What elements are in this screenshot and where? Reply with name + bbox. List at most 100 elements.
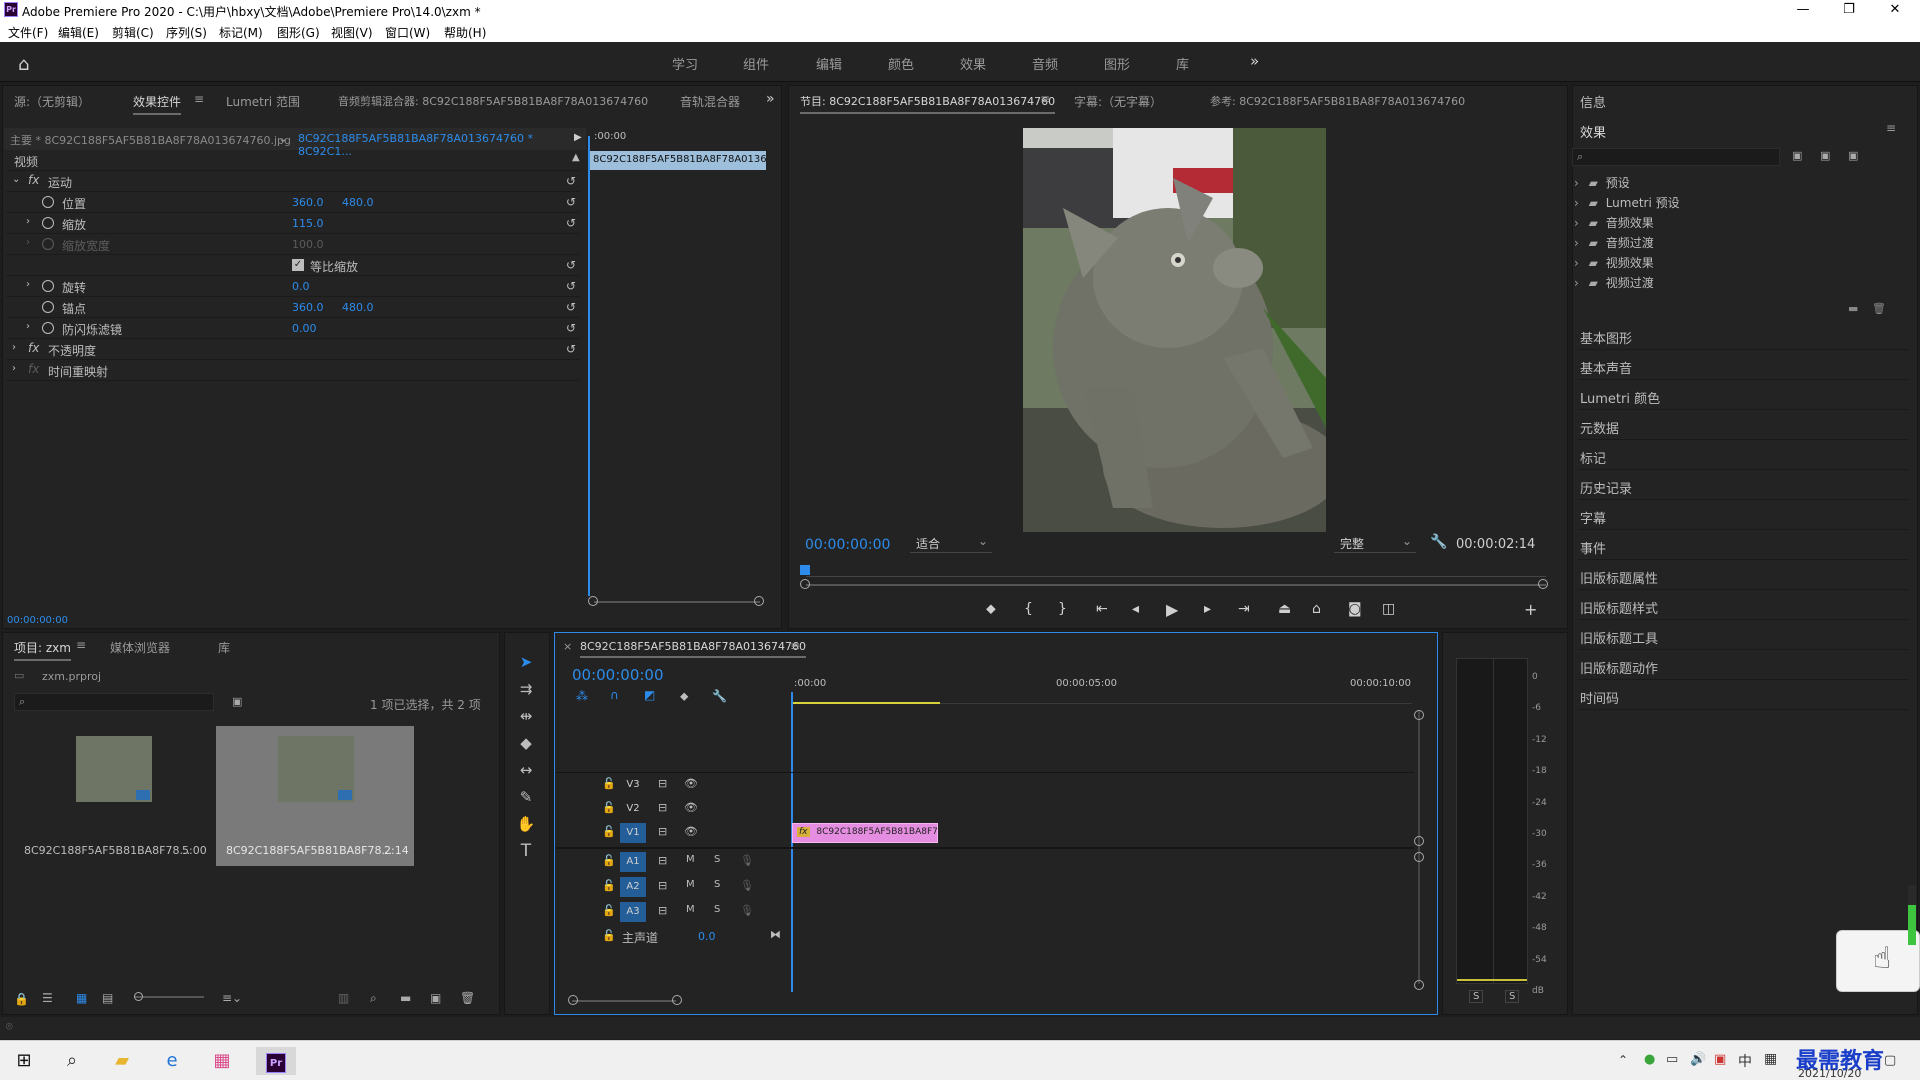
work-area-bar[interactable] [792,702,940,704]
rotation-value[interactable]: 0.0 [292,280,310,293]
program-zoom-handle-right[interactable] [1538,579,1548,589]
program-video-frame[interactable] [1023,128,1326,532]
position-x-value[interactable]: 360.0 [292,196,324,209]
sync-lock-icon[interactable]: ⊟ [658,801,667,814]
ec-playhead[interactable] [588,136,590,596]
tab-effect-controls[interactable]: 效果控件 [133,93,182,115]
list-view-icon[interactable]: ☰ [42,991,53,1005]
show-hidden-icons[interactable]: ⌃ [1618,1053,1628,1067]
h-scroll-handle-left[interactable] [568,995,578,1005]
step-forward-icon[interactable]: ▸ [1204,601,1211,617]
tab-menu-icon[interactable]: ≡ [76,638,86,652]
workspace-graphics[interactable]: 图形 [1104,54,1130,73]
ec-clip-bar[interactable]: 8C92C188F5AF5B81BA8F78A01367 [590,151,766,170]
workspace-effects[interactable]: 效果 [960,54,986,73]
volume-icon[interactable]: 🔊 [1690,1052,1706,1067]
go-to-end-icon[interactable]: ⧓ [770,928,781,941]
new-bin-icon[interactable]: ▬ [400,991,411,1005]
lift-icon[interactable]: ⏏ [1278,601,1291,617]
expand-opacity-icon[interactable]: › [12,342,16,353]
edge-icon[interactable]: e [156,1047,188,1075]
sync-lock-icon[interactable]: ⊟ [658,825,667,838]
panel-events[interactable]: 事件 [1578,530,1908,560]
reset-scale-icon[interactable]: ↺ [566,216,580,230]
panel-legacy-title-properties[interactable]: 旧版标题属性 [1578,560,1908,590]
lock-icon[interactable]: 🔓 [602,777,616,790]
play-clip-icon[interactable]: ▶ [574,132,582,143]
solo-button[interactable]: S [714,904,720,915]
panel-metadata[interactable]: 元数据 [1578,410,1908,440]
ec-zoom-handle-right[interactable] [754,596,764,606]
mute-button[interactable]: M [686,854,695,865]
stopwatch-icon[interactable] [42,322,54,334]
tab-program[interactable]: 节目: 8C92C188F5AF5B81BA8F78A013674760 [800,93,1056,114]
tab-audio-track-mixer[interactable]: 音轨混合器 [680,93,740,110]
search-icon[interactable]: ⌕ [56,1047,88,1075]
panel-legacy-title-styles[interactable]: 旧版标题样式 [1578,590,1908,620]
clear-icon[interactable]: 🗑 [460,991,475,1005]
solo-left-button[interactable]: S [1469,990,1484,1003]
reset-flicker-icon[interactable]: ↺ [566,321,580,335]
reset-position-icon[interactable]: ↺ [566,195,580,209]
ripple-edit-tool-icon[interactable]: ⇹ [514,704,538,728]
program-zoom-handle-left[interactable] [800,579,810,589]
program-playhead[interactable] [800,565,810,575]
more-workspaces-icon[interactable]: » [1250,52,1259,70]
expand-flicker-icon[interactable]: › [26,321,30,332]
sort-icon[interactable]: ≡⌄ [222,991,242,1005]
panel-legacy-title-actions[interactable]: 旧版标题动作 [1578,650,1908,680]
add-marker-icon[interactable]: ⬥ [680,689,688,704]
v-scroll-handle-top[interactable] [1414,710,1424,720]
folder-lumetri-presets[interactable]: › ▰ Lumetri 预设 [1574,194,1680,211]
tab-sequence[interactable]: 8C92C188F5AF5B81BA8F78A013674760 [580,640,806,658]
ec-timecode[interactable]: 00:00:00:00 [7,615,68,626]
tab-library[interactable]: 库 [218,639,230,656]
notifications-icon[interactable]: ▢ [1884,1053,1896,1068]
fit-dropdown[interactable]: 适合 ⌄ [910,533,992,553]
expand-scale-icon[interactable]: › [26,216,30,227]
track-target-a2[interactable]: A2 [620,877,646,897]
lock-icon[interactable]: 🔓 [602,825,616,838]
timeline-timecode[interactable]: 00:00:00:00 [572,666,664,684]
h-scroll-handle-right[interactable] [672,995,682,1005]
freeform-view-icon[interactable]: ▤ [102,991,113,1005]
wrench-icon[interactable]: 🔧 [1430,534,1447,550]
scroll-up-icon[interactable]: ▲ [572,152,580,163]
icon-view-icon[interactable]: ▦ [76,991,87,1005]
expand-rotation-icon[interactable]: › [26,279,30,290]
lock-icon[interactable]: 🔓 [602,929,616,942]
workspace-learn[interactable]: 学习 [672,54,698,73]
tab-reference[interactable]: 参考: 8C92C188F5AF5B81BA8F78A013674760 [1210,93,1465,109]
tab-media-browser[interactable]: 媒体浏览器 [110,639,170,656]
project-search-input[interactable]: ⌕ [14,693,214,711]
tab-captions[interactable]: 字幕:（无字幕） [1074,93,1162,110]
sync-lock-icon[interactable]: ⊟ [658,879,667,892]
lock-icon[interactable]: 🔓 [602,854,616,867]
folder-audio-effects[interactable]: › ▰ 音频效果 [1574,214,1654,231]
sync-lock-icon[interactable]: ⊟ [658,904,667,917]
reset-opacity-icon[interactable]: ↺ [566,342,580,356]
timeline-clip[interactable]: fx 8C92C188F5AF5B81BA8F78 [792,823,938,843]
collapse-motion-icon[interactable]: ⌄ [12,174,20,185]
automate-icon[interactable]: ▥ [338,991,349,1005]
tab-menu-icon[interactable]: ≡ [194,92,204,106]
position-y-value[interactable]: 480.0 [342,196,374,209]
find-icon[interactable]: ⌕ [370,991,377,1006]
project-item-2[interactable]: 8C92C188F5AF5B81BA8F78... 2:14 [216,726,414,866]
tray-red-icon[interactable]: ▣ [1714,1052,1726,1067]
program-timecode[interactable]: 00:00:00:00 [805,537,890,553]
add-marker-icon[interactable]: ⬥ [986,601,996,617]
sync-lock-icon[interactable]: ⊟ [658,777,667,790]
track-select-tool-icon[interactable]: ⇉ [514,677,538,701]
anchor-x-value[interactable]: 360.0 [292,301,324,314]
effects-panel-title[interactable]: 效果 [1580,122,1606,141]
scale-value[interactable]: 115.0 [292,217,324,230]
panel-lumetri-color[interactable]: Lumetri 颜色 [1578,380,1908,410]
track-target-a3[interactable]: A3 [620,902,646,922]
nest-icon[interactable]: ⁂ [576,689,588,703]
reset-rotation-icon[interactable]: ↺ [566,279,580,293]
thumb-size-slider[interactable] [134,996,204,998]
tab-audio-clip-mixer[interactable]: 音频剪辑混合器: 8C92C188F5AF5B81BA8F78A01367476… [338,93,648,109]
eye-icon[interactable]: 👁 [684,801,698,814]
master-clip-label[interactable]: 主要 * 8C92C188F5AF5B81BA8F78A013674760.jp… [10,132,291,148]
